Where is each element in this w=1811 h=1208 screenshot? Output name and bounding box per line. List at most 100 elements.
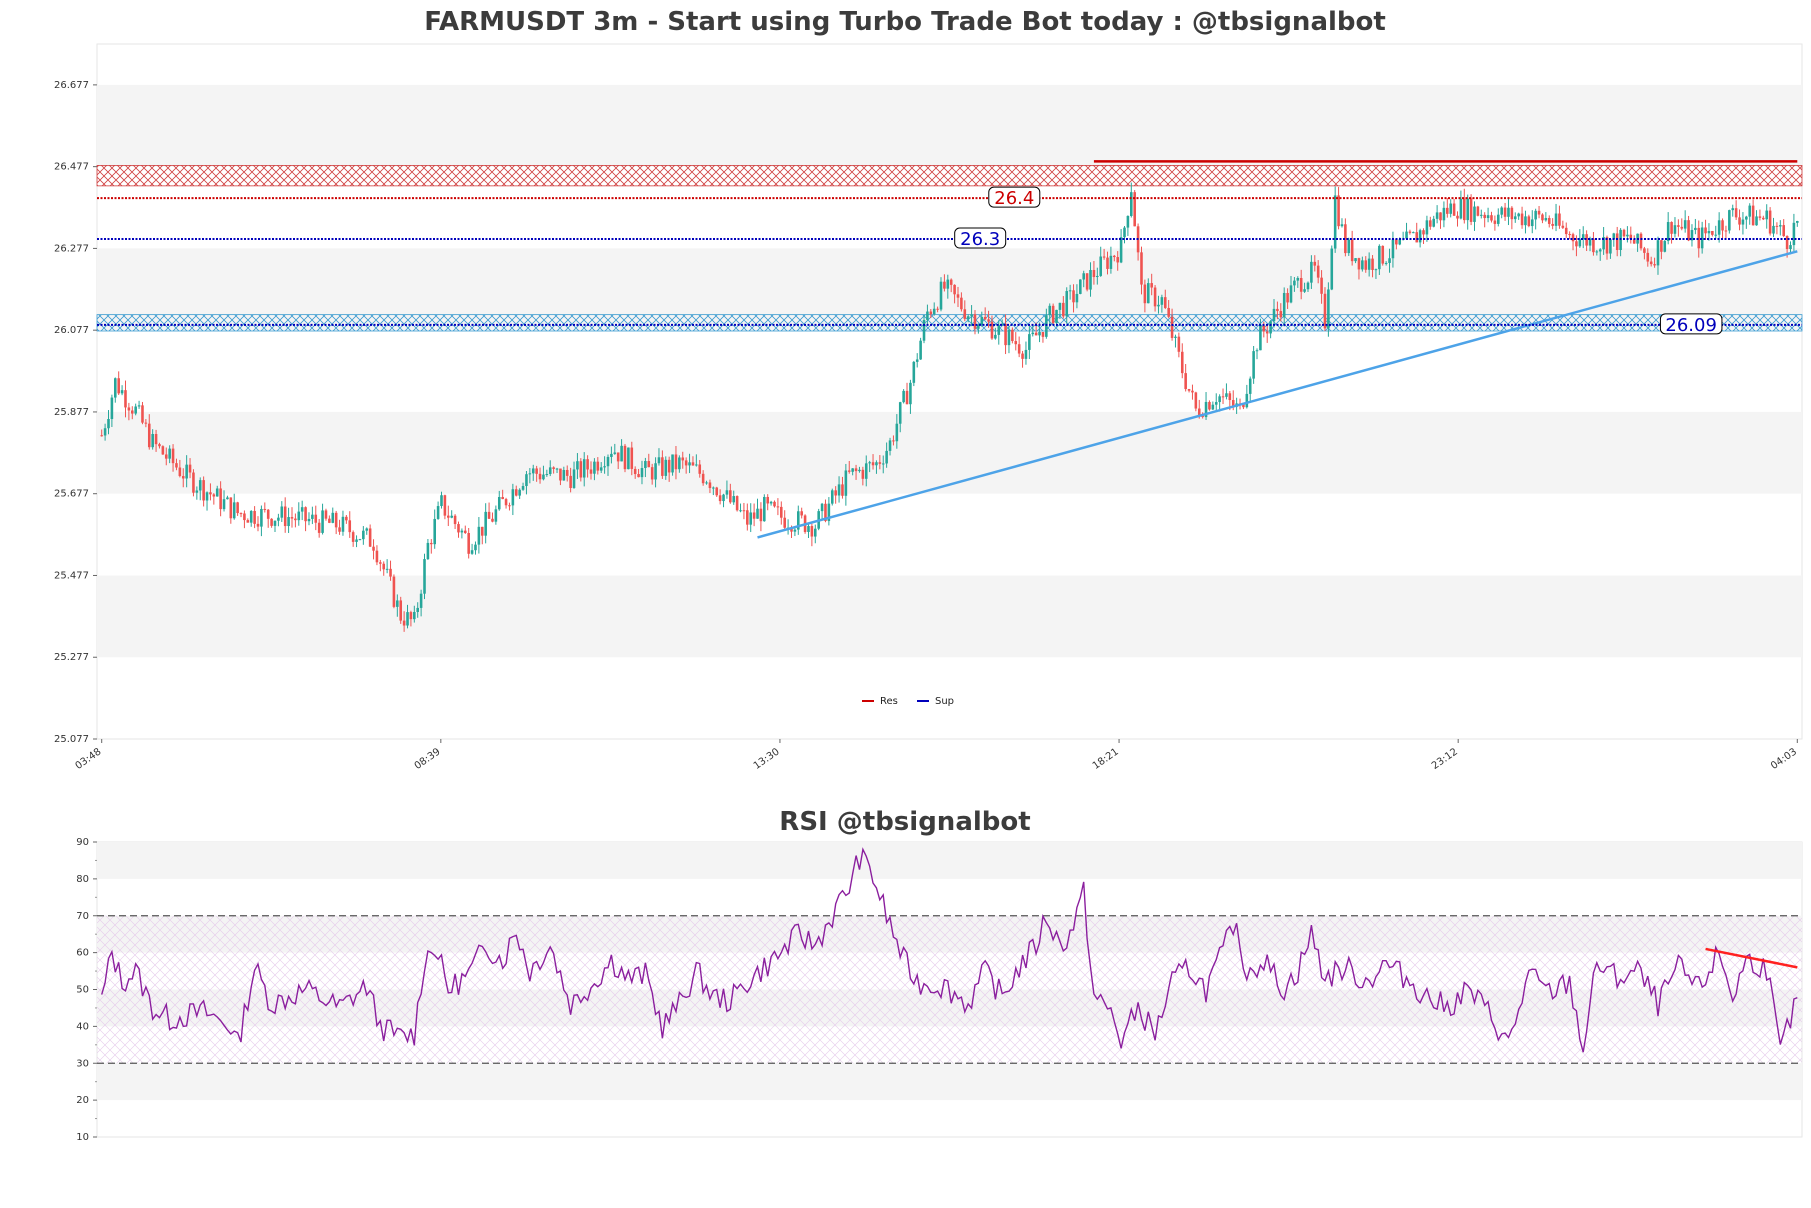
price-y-tick-label: 26.277	[54, 243, 89, 254]
candle-body	[351, 532, 355, 542]
candle-body	[610, 453, 613, 457]
candle-body	[198, 480, 202, 491]
candle-body	[297, 511, 301, 521]
candle-body	[1228, 393, 1232, 401]
candle-body	[1779, 225, 1782, 227]
candle-body	[1653, 264, 1656, 266]
candle-body	[953, 284, 956, 295]
candle-body	[1068, 290, 1072, 292]
candle-body	[1456, 215, 1459, 219]
candle-body	[1011, 329, 1014, 342]
candle-body	[752, 512, 756, 519]
candle-body	[1276, 308, 1279, 312]
candle-body	[1578, 239, 1582, 247]
candle-body	[1347, 239, 1351, 254]
candle-body	[110, 397, 114, 420]
candle-body	[892, 440, 895, 442]
candle-body	[1496, 214, 1500, 224]
candle-body	[997, 325, 1001, 335]
candle-body	[392, 576, 396, 607]
candle-body	[1113, 255, 1116, 258]
rsi-y-tick-label: 70	[76, 911, 89, 922]
candle-body	[599, 467, 603, 471]
candle-body	[1038, 331, 1041, 336]
candle-body	[763, 496, 766, 522]
candle-body	[1378, 245, 1381, 270]
candle-body	[684, 460, 688, 466]
candle-body	[1425, 220, 1429, 235]
candle-body	[307, 518, 311, 522]
candle-body	[1490, 215, 1493, 221]
candle-body	[1051, 305, 1055, 324]
price-band	[97, 84, 1802, 167]
candle-body	[294, 518, 297, 521]
candle-body	[1592, 238, 1595, 253]
candle-body	[939, 281, 943, 310]
candle-body	[813, 528, 817, 537]
candle-body	[1405, 231, 1408, 239]
candle-body	[127, 407, 131, 411]
candle-body	[708, 482, 712, 489]
candle-body	[256, 523, 260, 527]
candle-body	[898, 402, 902, 424]
candle-body	[1092, 269, 1096, 278]
candle-body	[528, 473, 532, 475]
candle-body	[1313, 261, 1317, 266]
candle-body	[249, 510, 253, 523]
candle-body	[1340, 224, 1344, 227]
candle-body	[1391, 239, 1395, 259]
candle-body	[1646, 252, 1650, 262]
candle-body	[1211, 404, 1215, 410]
candle-body	[243, 513, 246, 521]
rsi-y-axis: 10 20 30 40 50 60 70 80 90	[76, 837, 97, 1143]
candle-body	[399, 600, 403, 621]
candle-body	[861, 469, 865, 479]
rsi-chart-title: RSI @tbsignalbot	[779, 807, 1030, 837]
candle-body	[440, 495, 443, 507]
candle-body	[1700, 227, 1704, 249]
candle-body	[477, 526, 481, 545]
candle-body	[926, 311, 929, 320]
candle-body	[888, 440, 892, 451]
candle-body	[1269, 321, 1272, 334]
candle-body	[525, 474, 528, 487]
candle-body	[1004, 323, 1007, 346]
candle-body	[1398, 239, 1402, 245]
candle-body	[192, 472, 195, 493]
candle-body	[987, 319, 990, 322]
candle-body	[949, 279, 953, 285]
candle-body	[973, 314, 977, 329]
candle-body	[290, 517, 294, 519]
candle-body	[1310, 261, 1313, 283]
candle-body	[331, 512, 335, 523]
candle-body	[385, 568, 389, 570]
candle-body	[946, 279, 950, 289]
candle-body	[1333, 195, 1337, 249]
candle-body	[467, 532, 470, 554]
candle-body	[1167, 307, 1170, 317]
candle-body	[1065, 291, 1069, 317]
candle-body	[345, 516, 348, 521]
candle-body	[501, 497, 504, 500]
candle-body	[341, 516, 345, 532]
candle-body	[239, 513, 243, 515]
candle-body	[800, 511, 803, 516]
candle-body	[147, 423, 151, 448]
candle-body	[535, 468, 538, 474]
candle-body	[372, 546, 375, 551]
candle-body	[1544, 218, 1548, 221]
candle-body	[531, 468, 535, 474]
candle-body	[562, 469, 566, 481]
candle-body	[1469, 198, 1473, 222]
candle-body	[324, 510, 328, 519]
candle-body	[1075, 293, 1079, 303]
candle-body	[443, 495, 447, 516]
candle-body	[837, 484, 841, 496]
candle-body	[1150, 283, 1153, 288]
candle-body	[936, 308, 939, 310]
candle-body	[474, 544, 477, 551]
candle-body	[678, 457, 681, 470]
candle-body	[1551, 223, 1554, 226]
candle-body	[389, 568, 392, 577]
candle-body	[236, 502, 239, 514]
